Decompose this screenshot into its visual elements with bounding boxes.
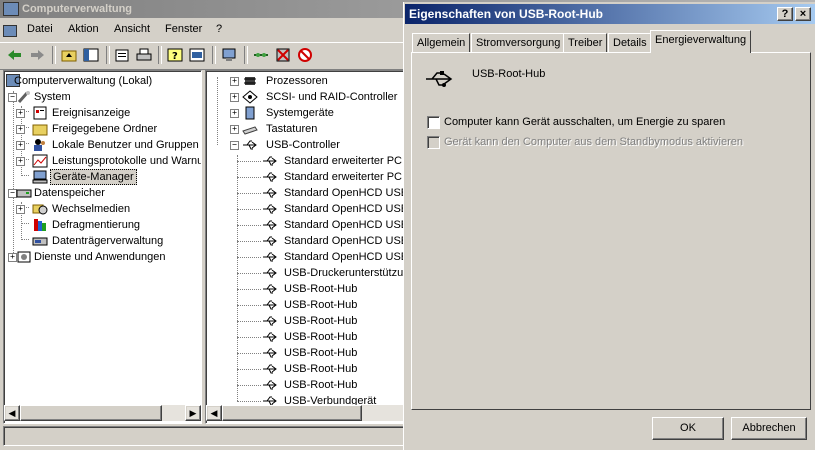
usb-icon xyxy=(262,218,278,232)
removable-media-icon xyxy=(32,202,48,216)
menu-bar: Datei Aktion Ansicht Fenster ? xyxy=(0,20,405,40)
usb-icon xyxy=(262,266,278,280)
usb-icon xyxy=(262,378,278,392)
collapse-icon[interactable]: − xyxy=(230,141,239,150)
device-manager-icon xyxy=(32,170,48,184)
system-devices-icon xyxy=(242,106,258,120)
storage-icon xyxy=(16,186,32,200)
up-folder-icon[interactable] xyxy=(60,47,78,63)
performance-icon xyxy=(32,154,48,168)
horizontal-scrollbar[interactable]: ◀ xyxy=(206,405,406,421)
toolbar-separator xyxy=(158,46,162,64)
expand-icon[interactable]: + xyxy=(16,141,25,150)
scroll-thumb[interactable] xyxy=(20,405,162,421)
console-tree-pane[interactable]: Computerverwaltung (Lokal) − System + Er… xyxy=(3,70,202,424)
expand-icon[interactable]: + xyxy=(230,93,239,102)
dialog-title: Eigenschaften von USB-Root-Hub xyxy=(409,7,603,21)
expand-icon[interactable]: + xyxy=(230,109,239,118)
expand-icon[interactable]: + xyxy=(16,125,25,134)
tab-stromversorgung[interactable]: Stromversorgung xyxy=(471,33,566,53)
menu-help[interactable]: ? xyxy=(214,23,224,35)
tab-allgemein[interactable]: Allgemein xyxy=(412,33,471,53)
cancel-button[interactable]: Abbrechen xyxy=(731,417,807,440)
show-hide-tree-icon[interactable] xyxy=(82,47,100,63)
tools-icon xyxy=(16,90,32,104)
shared-folder-icon xyxy=(32,122,48,136)
scroll-thumb[interactable] xyxy=(222,405,362,421)
help-button[interactable]: ? xyxy=(777,7,793,21)
close-button[interactable]: × xyxy=(795,7,811,21)
forward-arrow-icon[interactable] xyxy=(28,47,46,63)
menu-datei[interactable]: Datei xyxy=(25,23,55,35)
update-driver-icon[interactable] xyxy=(252,47,270,63)
toolbar-separator xyxy=(106,46,110,64)
properties-icon[interactable] xyxy=(113,47,131,63)
usb-icon xyxy=(262,250,278,264)
menu-fenster[interactable]: Fenster xyxy=(163,23,204,35)
usb-icon xyxy=(262,330,278,344)
svg-text:?: ? xyxy=(172,51,178,62)
main-window-title: Computerverwaltung xyxy=(22,3,133,15)
scsi-controller-icon xyxy=(242,90,258,104)
status-bar xyxy=(3,426,405,446)
usb-icon xyxy=(262,234,278,248)
scroll-right-button[interactable]: ▶ xyxy=(185,405,201,421)
usb-icon xyxy=(262,154,278,168)
usb-device-icon xyxy=(424,68,454,90)
uninstall-icon[interactable] xyxy=(274,47,292,63)
print-icon[interactable] xyxy=(135,47,153,63)
power-off-checkbox[interactable] xyxy=(427,116,440,129)
services-icon xyxy=(16,250,32,264)
console-icon[interactable] xyxy=(188,47,206,63)
menu-ansicht[interactable]: Ansicht xyxy=(112,23,152,35)
expand-icon[interactable]: + xyxy=(230,125,239,134)
usb-icon xyxy=(262,362,278,376)
help-icon[interactable]: ? xyxy=(166,47,184,63)
usb-icon xyxy=(262,202,278,216)
expand-icon[interactable]: + xyxy=(16,205,25,214)
power-off-label[interactable]: Computer kann Gerät ausschalten, um Ener… xyxy=(444,116,725,128)
scroll-left-button[interactable]: ◀ xyxy=(4,405,20,421)
horizontal-scrollbar[interactable]: ◀ ▶ xyxy=(4,405,201,421)
toolbar-separator xyxy=(244,46,248,64)
tab-treiber[interactable]: Treiber xyxy=(563,33,608,53)
wake-computer-checkbox xyxy=(427,136,440,149)
usb-icon xyxy=(262,186,278,200)
tab-details[interactable]: Details xyxy=(608,33,652,53)
tab-energieverwaltung[interactable]: Energieverwaltung xyxy=(650,30,752,53)
expand-icon[interactable]: + xyxy=(16,157,25,166)
usb-icon xyxy=(242,138,258,152)
disk-management-icon xyxy=(32,234,48,248)
keyboard-icon xyxy=(242,122,258,136)
back-arrow-icon[interactable] xyxy=(6,47,24,63)
dialog-title-bar[interactable]: Eigenschaften von USB-Root-Hub ? × xyxy=(405,4,815,24)
scroll-left-button[interactable]: ◀ xyxy=(206,405,222,421)
users-icon xyxy=(32,138,48,152)
device-name-label: USB-Root-Hub xyxy=(472,68,546,80)
expand-icon[interactable]: + xyxy=(230,77,239,86)
menu-aktion[interactable]: Aktion xyxy=(66,23,101,35)
wake-computer-label: Gerät kann den Computer aus dem Standbym… xyxy=(444,136,743,148)
scan-hardware-icon[interactable] xyxy=(220,47,238,63)
defrag-icon xyxy=(32,218,48,232)
toolbar: ? xyxy=(0,42,405,70)
toolbar-separator xyxy=(212,46,216,64)
usb-icon xyxy=(262,282,278,296)
usb-icon xyxy=(262,170,278,184)
event-viewer-icon xyxy=(32,106,48,120)
processor-icon xyxy=(242,74,258,88)
disable-device-icon[interactable] xyxy=(296,47,314,63)
usb-icon xyxy=(262,298,278,312)
usb-icon xyxy=(262,314,278,328)
system-menu-icon[interactable] xyxy=(3,25,17,37)
tab-panel xyxy=(411,52,811,410)
expand-icon[interactable]: + xyxy=(16,109,25,118)
computer-management-icon xyxy=(3,2,19,16)
device-tree-pane[interactable]: + Prozessoren + SCSI- und RAID-Controlle… xyxy=(205,70,407,424)
toolbar-separator xyxy=(52,46,56,64)
ok-button[interactable]: OK xyxy=(652,417,724,440)
usb-icon xyxy=(262,346,278,360)
